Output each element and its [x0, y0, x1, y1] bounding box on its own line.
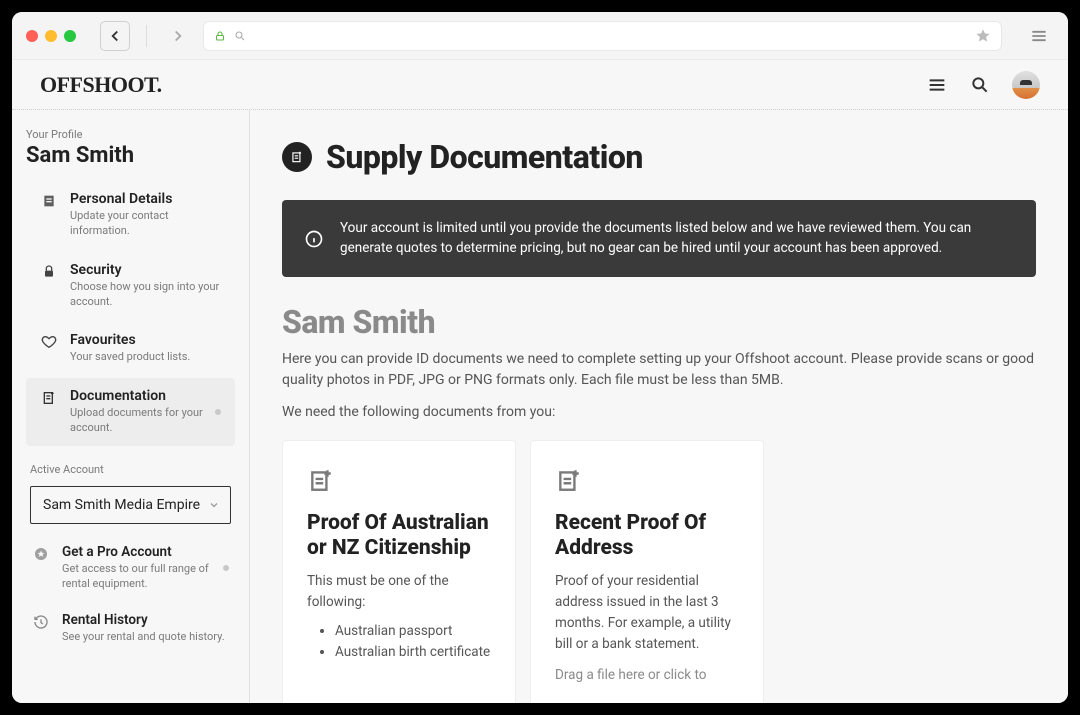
card-title: Recent Proof Of Address	[555, 511, 739, 561]
card-text: Proof of your residential address issued…	[555, 571, 739, 655]
main-content: Supply Documentation Your account is lim…	[250, 110, 1068, 703]
contact-card-icon	[40, 193, 58, 209]
card-title: Proof Of Australian or NZ Citizenship	[307, 511, 491, 561]
sidebar-item-personal-details[interactable]: Personal Details Update your contact inf…	[26, 181, 235, 249]
info-icon	[304, 229, 324, 249]
document-add-icon	[555, 467, 739, 493]
document-add-icon	[282, 142, 312, 172]
star-badge-icon	[32, 546, 50, 562]
sidebar-item-label: Rental History	[62, 612, 229, 628]
menu-icon[interactable]	[926, 74, 948, 96]
sidebar-item-label: Documentation	[70, 388, 203, 404]
lock-icon	[40, 264, 58, 280]
alert-text: Your account is limited until you provid…	[340, 218, 1014, 259]
history-icon	[32, 614, 50, 630]
browser-chrome	[12, 12, 1068, 60]
sidebar-item-favourites[interactable]: Favourites Your saved product lists.	[26, 322, 235, 375]
sidebar-item-label: Security	[70, 262, 221, 278]
close-window-button[interactable]	[26, 30, 38, 42]
forward-button[interactable]	[163, 21, 193, 51]
sidebar: Your Profile Sam Smith Personal Details …	[12, 110, 250, 703]
intro-paragraph-2: We need the following documents from you…	[282, 402, 1036, 424]
window-controls	[26, 30, 76, 42]
sidebar-item-sub: Your saved product lists.	[70, 350, 221, 365]
sidebar-item-sub: Get access to our full range of rental e…	[62, 562, 211, 592]
app-logo[interactable]: OFFSHOOT.	[40, 72, 162, 98]
status-dot-icon	[215, 409, 221, 415]
maximize-window-button[interactable]	[64, 30, 76, 42]
sidebar-item-sub: See your rental and quote history.	[62, 630, 229, 645]
page-title: Supply Documentation	[326, 138, 643, 176]
app-header-actions	[926, 71, 1040, 99]
sidebar-item-security[interactable]: Security Choose how you sign into your a…	[26, 252, 235, 320]
document-cards: Proof Of Australian or NZ Citizenship Th…	[282, 440, 1036, 703]
page-title-row: Supply Documentation	[282, 138, 1036, 176]
bookmark-star-icon[interactable]	[975, 28, 991, 44]
upload-dropzone[interactable]: Drag a file here or click to	[555, 667, 739, 683]
sidebar-item-pro-account[interactable]: Get a Pro Account Get access to our full…	[12, 534, 249, 602]
account-select-value: Sam Smith Media Empire	[43, 497, 200, 513]
info-alert: Your account is limited until you provid…	[282, 200, 1036, 277]
user-heading: Sam Smith	[282, 303, 1036, 341]
sidebar-item-rental-history[interactable]: Rental History See your rental and quote…	[12, 602, 249, 655]
search-icon	[234, 30, 246, 42]
profile-name: Sam Smith	[12, 141, 249, 178]
profile-label: Your Profile	[12, 128, 249, 141]
back-button[interactable]	[100, 21, 130, 51]
sidebar-item-sub: Choose how you sign into your account.	[70, 280, 221, 310]
divider	[146, 25, 147, 47]
card-bullets: Australian passport Australian birth cer…	[307, 621, 491, 664]
chevron-down-icon	[208, 499, 220, 511]
sidebar-item-label: Get a Pro Account	[62, 544, 211, 560]
browser-window: OFFSHOOT. Your Profile Sam Smith Persona…	[12, 12, 1068, 703]
sidebar-item-label: Personal Details	[70, 191, 221, 207]
avatar[interactable]	[1012, 71, 1040, 99]
document-add-icon	[307, 467, 491, 493]
content-area: Your Profile Sam Smith Personal Details …	[12, 110, 1068, 703]
search-icon[interactable]	[970, 75, 990, 95]
sidebar-item-documentation[interactable]: Documentation Upload documents for your …	[26, 378, 235, 446]
card-text: This must be one of the following:	[307, 571, 491, 613]
document-add-icon	[40, 390, 58, 406]
address-bar[interactable]	[203, 21, 1002, 51]
app-header: OFFSHOOT.	[12, 60, 1068, 110]
lock-icon	[214, 30, 226, 42]
browser-menu-button[interactable]	[1024, 21, 1054, 51]
card-address: Recent Proof Of Address Proof of your re…	[530, 440, 764, 703]
list-item: Australian birth certificate	[335, 642, 491, 664]
active-account-label: Active Account	[12, 449, 249, 482]
heart-icon	[40, 334, 58, 350]
sidebar-item-sub: Upload documents for your account.	[70, 406, 203, 436]
intro-paragraph-1: Here you can provide ID documents we nee…	[282, 349, 1036, 392]
sidebar-item-sub: Update your contact information.	[70, 209, 221, 239]
account-select[interactable]: Sam Smith Media Empire	[30, 486, 231, 524]
card-citizenship: Proof Of Australian or NZ Citizenship Th…	[282, 440, 516, 703]
sidebar-item-label: Favourites	[70, 332, 221, 348]
list-item: Australian passport	[335, 621, 491, 643]
status-dot-icon	[223, 565, 229, 571]
minimize-window-button[interactable]	[45, 30, 57, 42]
